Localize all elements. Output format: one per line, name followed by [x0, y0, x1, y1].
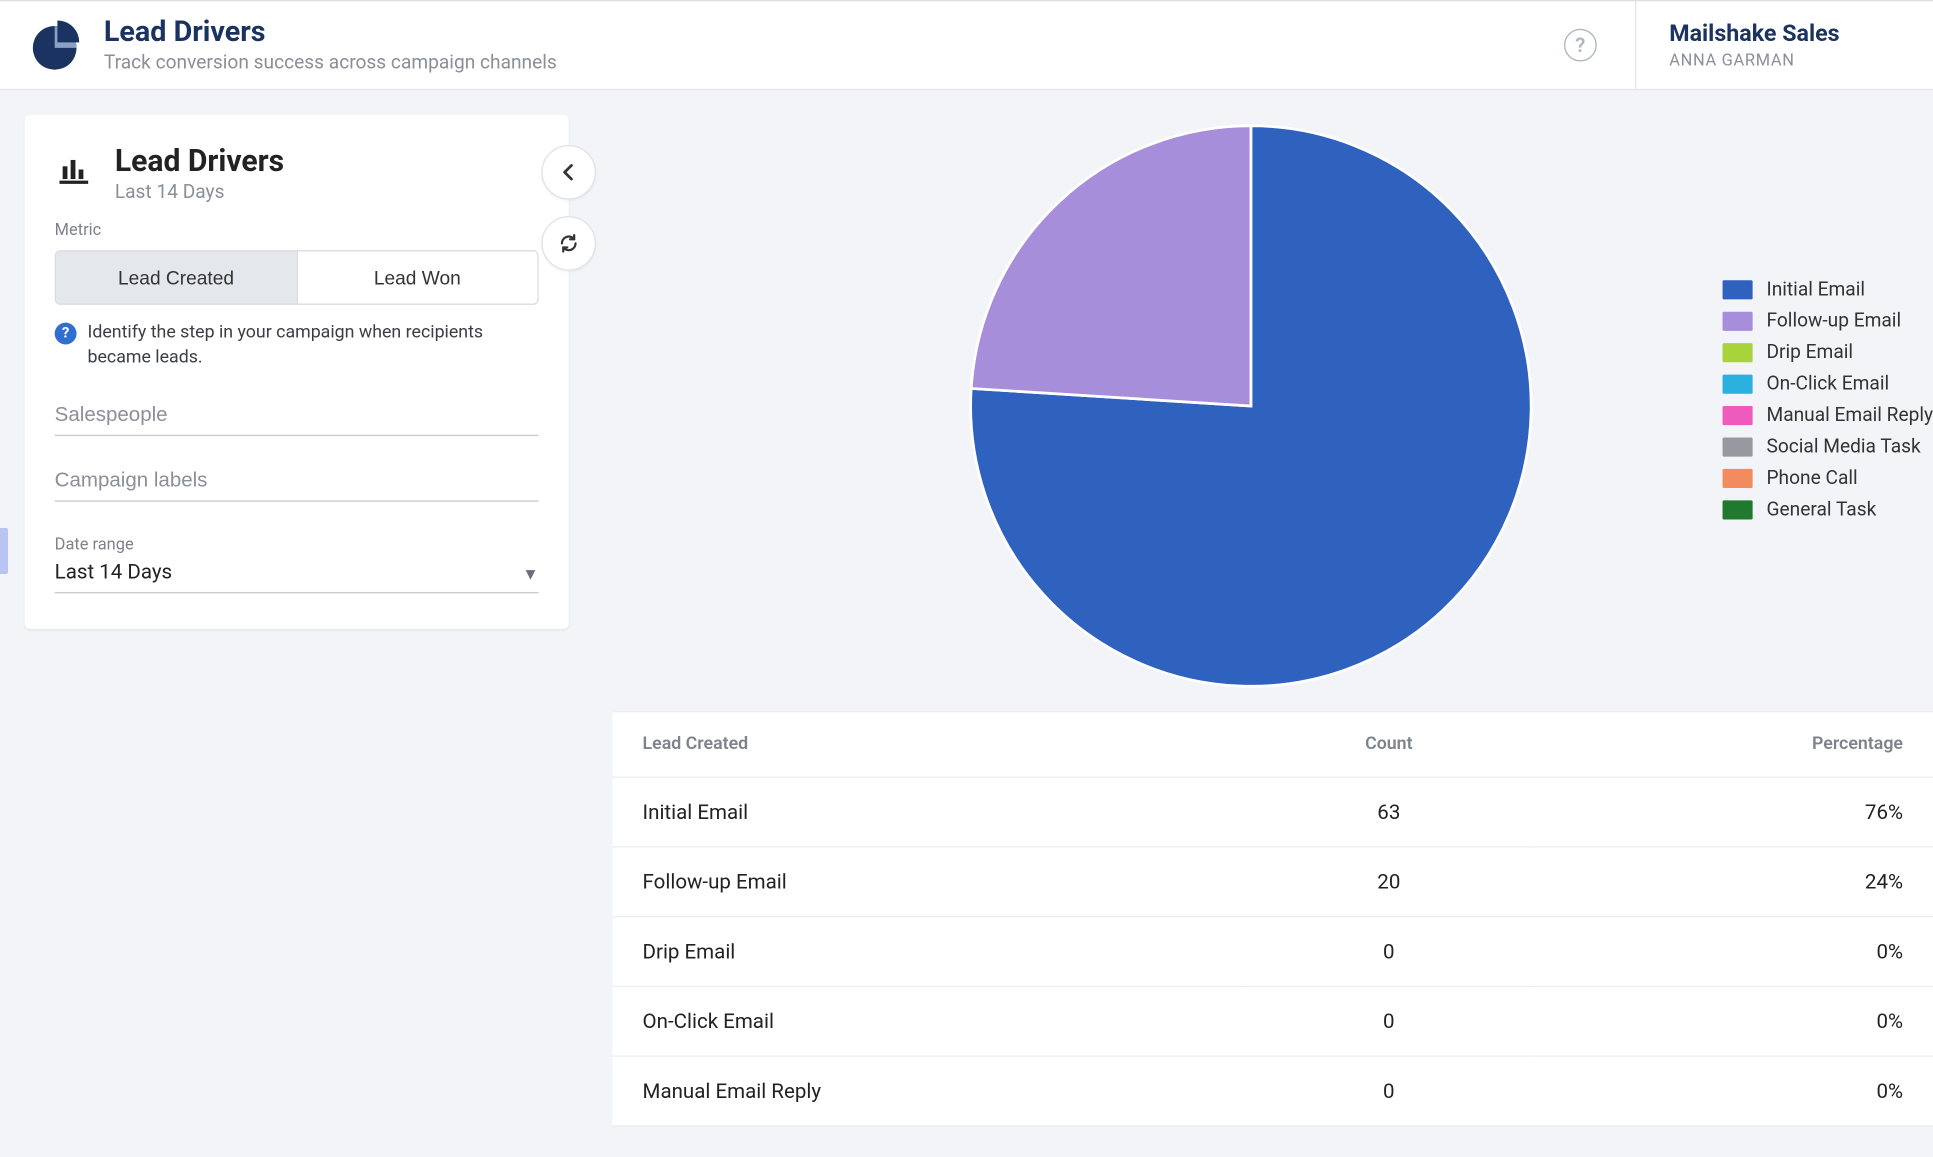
user-name: ANNA GARMAN [1669, 51, 1908, 70]
cell-label: Manual Email Reply [612, 1056, 1245, 1126]
cell-count: 0 [1246, 917, 1532, 987]
chart-row: Initial Email Follow-up Email Drip Email On… [569, 115, 1933, 711]
table-header-row: Lead Created Count Percentage [612, 712, 1933, 777]
table-row: Follow-up Email2024% [612, 847, 1933, 917]
cell-count: 0 [1246, 1056, 1532, 1126]
cell-label: Follow-up Email [612, 847, 1245, 917]
filters-card: Lead Drivers Last 14 Days Metric Lead Cr… [25, 115, 569, 630]
page-subtitle: Track conversion success across campaign… [104, 52, 557, 74]
content-area: Initial EmailFollow-up EmailDrip EmailOn… [569, 115, 1933, 1127]
lead-table: Lead Created Count Percentage Initial Em… [612, 711, 1933, 1127]
legend-label: Manual Email Reply [1766, 405, 1933, 427]
cell-label: On-Click Email [612, 986, 1245, 1056]
card-header: Lead Drivers Last 14 Days [55, 145, 539, 204]
legend-swatch [1723, 406, 1753, 425]
pie-slice[interactable] [971, 126, 1251, 406]
app-header: Lead Drivers Track conversion success ac… [0, 0, 1933, 90]
legend-item[interactable]: General Task [1723, 499, 1933, 521]
card-range: Last 14 Days [115, 182, 284, 204]
legend-item[interactable]: Follow-up Email [1723, 310, 1933, 332]
legend-label: Drip Email [1766, 342, 1853, 364]
pie-chart-icon [27, 18, 82, 73]
account-switcher[interactable]: Mailshake Sales ANNA GARMAN [1635, 1, 1908, 88]
legend-label: On-Click Email [1766, 373, 1889, 395]
campaign-labels-input[interactable] [55, 469, 539, 492]
cell-label: Initial Email [612, 777, 1245, 847]
table-row: Initial Email6376% [612, 777, 1933, 847]
legend-item[interactable]: On-Click Email [1723, 373, 1933, 395]
header-left: Lead Drivers Track conversion success ac… [27, 16, 556, 73]
col-lead-created: Lead Created [612, 712, 1245, 777]
salespeople-input[interactable] [55, 404, 539, 427]
col-count: Count [1246, 712, 1532, 777]
cell-percentage: 76% [1532, 777, 1933, 847]
chevron-down-icon: ▼ [522, 565, 538, 584]
cell-percentage: 0% [1532, 986, 1933, 1056]
pie-chart [964, 119, 1538, 693]
legend-label: Social Media Task [1766, 436, 1920, 458]
bar-chart-icon [55, 150, 93, 188]
legend-item[interactable]: Social Media Task [1723, 436, 1933, 458]
salespeople-field [55, 404, 539, 437]
side-drawer-handle[interactable] [0, 528, 8, 574]
chart-legend: Initial Email Follow-up Email Drip Email On… [1723, 279, 1933, 531]
cell-label: Drip Email [612, 917, 1245, 987]
legend-swatch [1723, 375, 1753, 394]
legend-swatch [1723, 312, 1753, 331]
date-range-value: Last 14 Days [55, 560, 172, 585]
cell-count: 0 [1246, 986, 1532, 1056]
legend-item[interactable]: Phone Call [1723, 468, 1933, 490]
legend-item[interactable]: Drip Email [1723, 342, 1933, 364]
segment-lead-won[interactable]: Lead Won [296, 252, 537, 304]
metric-segmented-control: Lead Created Lead Won [55, 250, 539, 305]
segment-lead-created[interactable]: Lead Created [56, 252, 296, 304]
legend-label: Initial Email [1766, 279, 1865, 301]
card-title: Lead Drivers [115, 145, 284, 179]
table-row: Drip Email00% [612, 917, 1933, 987]
legend-swatch [1723, 280, 1753, 299]
legend-label: Phone Call [1766, 468, 1857, 490]
cell-percentage: 0% [1532, 917, 1933, 987]
header-titles: Lead Drivers Track conversion success ac… [104, 16, 557, 73]
page-title: Lead Drivers [104, 16, 557, 49]
metric-hint: ? Identify the step in your campaign whe… [55, 321, 539, 371]
legend-label: General Task [1766, 499, 1876, 521]
date-range-field[interactable]: Date range Last 14 Days ▼ [55, 535, 539, 594]
col-percentage: Percentage [1532, 712, 1933, 777]
metric-label: Metric [55, 220, 539, 239]
legend-swatch [1723, 437, 1753, 456]
cell-percentage: 24% [1532, 847, 1933, 917]
cell-percentage: 0% [1532, 1056, 1933, 1126]
legend-item[interactable]: Initial Email [1723, 279, 1933, 301]
legend-swatch [1723, 500, 1753, 519]
legend-item[interactable]: Manual Email Reply [1723, 405, 1933, 427]
info-icon[interactable]: ? [55, 323, 77, 345]
cell-count: 20 [1246, 847, 1532, 917]
help-icon[interactable]: ? [1564, 29, 1597, 62]
cell-count: 63 [1246, 777, 1532, 847]
campaign-labels-field [55, 469, 539, 502]
legend-label: Follow-up Email [1766, 310, 1901, 332]
main: Lead Drivers Last 14 Days Metric Lead Cr… [0, 90, 1933, 1126]
org-name: Mailshake Sales [1669, 21, 1908, 48]
table-row: Manual Email Reply00% [612, 1056, 1933, 1126]
hint-text: Identify the step in your campaign when … [87, 321, 538, 371]
table-row: On-Click Email00% [612, 986, 1933, 1056]
legend-swatch [1723, 469, 1753, 488]
date-range-label: Date range [55, 535, 539, 554]
legend-swatch [1723, 343, 1753, 362]
